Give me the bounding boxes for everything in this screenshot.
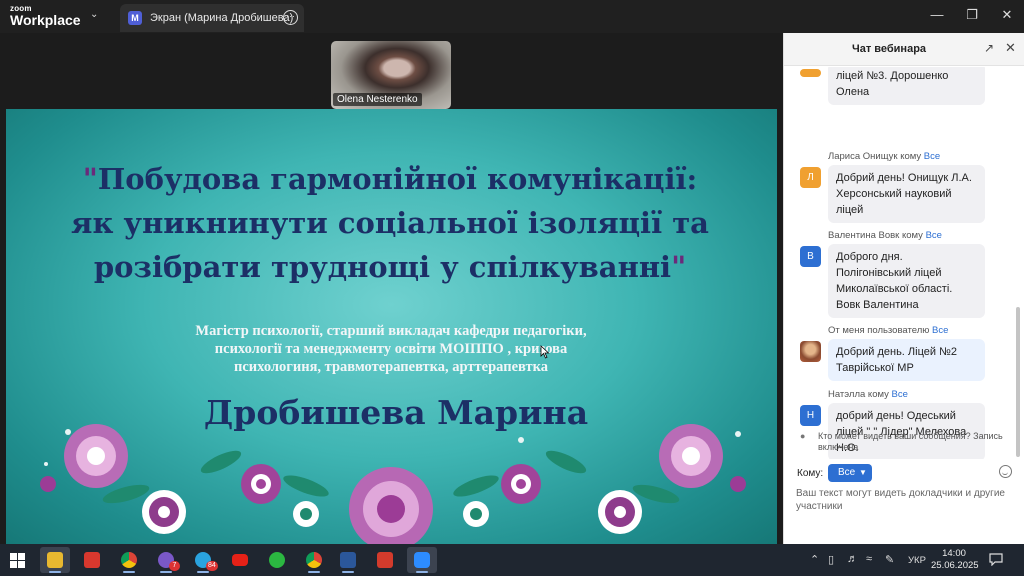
recipient-all-link[interactable]: Все <box>932 325 948 336</box>
clock[interactable]: 14:00 25.06.2025 <box>931 548 979 572</box>
flower-center <box>349 467 433 544</box>
logo-line-2: Workplace <box>10 12 81 28</box>
recipient-all-link[interactable]: Все <box>926 230 942 241</box>
flower-decoration <box>40 424 746 544</box>
chat-message-input[interactable]: Ваш текст могут видеть докладчики и друг… <box>796 487 1011 513</box>
app-red-icon[interactable] <box>77 547 107 573</box>
flower-left-small <box>142 490 186 534</box>
word-icon[interactable] <box>333 547 363 573</box>
message-text: ліцей №3. Дорошенко Олена <box>828 67 985 105</box>
recipient-dropdown[interactable]: Все ▼ <box>828 464 872 482</box>
battery-icon[interactable]: ▯ <box>828 553 834 566</box>
message-text: Добрий день. Ліцей №2 Таврійської МР <box>828 339 985 381</box>
message-text: Доброго дня. Полігонівський ліцей Микола… <box>828 244 985 318</box>
slide-title: "Побудова гармонійної комунікації: як ун… <box>26 157 754 289</box>
people-icon: ● <box>800 431 806 441</box>
recipient-value: Все <box>838 467 856 478</box>
slide-title-line: Побудова гармонійної комунікації: <box>97 162 698 196</box>
language-indicator[interactable]: УКР <box>908 555 926 566</box>
title-bar: zoom Workplace ⌄ M Экран (Марина Дробише… <box>0 0 1024 33</box>
close-icon[interactable]: ✕ <box>997 7 1017 23</box>
sender-avatar: Н <box>800 405 821 426</box>
subtitle-line: Магістр психології, старший викладач каф… <box>195 323 587 339</box>
my-avatar <box>800 341 821 362</box>
presentation-slide: "Побудова гармонійної комунікації: як ун… <box>6 109 777 544</box>
network-icon[interactable]: ≈ <box>866 553 872 565</box>
tray-chevron-up-icon[interactable]: ⌃ <box>810 553 819 566</box>
sharer-avatar: M <box>128 11 142 25</box>
shared-screen-stage: Olena Nesterenko "Побудова гармонійної к… <box>0 33 783 544</box>
clock-time: 14:00 <box>942 548 966 559</box>
more-icon[interactable]: ··· <box>283 10 298 25</box>
notifications-icon[interactable] <box>989 553 1003 566</box>
windows-start-icon[interactable] <box>10 553 25 568</box>
message-header: Натэлла кому Все <box>828 389 908 400</box>
quote-open: " <box>82 162 98 196</box>
chevron-down-icon[interactable]: ⌄ <box>90 9 98 20</box>
subtitle-line: психологиня, травмотерапевтка, арттерапе… <box>233 359 548 375</box>
youtube-icon[interactable] <box>225 547 255 573</box>
emoji-icon[interactable] <box>999 465 1012 478</box>
participant-name: Olena Nesterenko <box>333 93 422 106</box>
close-icon[interactable]: ✕ <box>1005 40 1016 56</box>
file-explorer-icon[interactable] <box>40 547 70 573</box>
telegram-icon[interactable]: 84 <box>188 547 218 573</box>
message-text: Добрий день! Онищук Л.А. Херсонський нау… <box>828 165 985 223</box>
recipient-label: Кому: <box>797 468 824 479</box>
restore-icon[interactable]: ❐ <box>962 7 982 23</box>
telegram-badge: 84 <box>206 561 218 571</box>
pdf-icon[interactable] <box>370 547 400 573</box>
quote-close: " <box>671 250 687 284</box>
zoom-icon[interactable] <box>407 547 437 573</box>
share-tab-title: Экран (Марина Дробишева) <box>150 12 294 24</box>
zoom-workplace-logo[interactable]: zoom Workplace <box>10 5 81 28</box>
privacy-note-text: Кто может видеть ваши сообщения? Запись … <box>818 431 1003 452</box>
chat-messages[interactable]: ліцей №3. Дорошенко Олена Лариса Онищук … <box>784 67 1024 459</box>
chrome-icon[interactable] <box>114 547 144 573</box>
sender-avatar: Л <box>800 167 821 188</box>
mouse-cursor-icon <box>540 345 550 359</box>
webinar-chat-panel: Чат вебинара ↗ ✕ ліцей №3. Дорошенко Оле… <box>783 33 1024 544</box>
message-header: Лариса Онищук кому Все <box>828 151 941 162</box>
whatsapp-icon[interactable] <box>262 547 292 573</box>
slide-title-line: як уникнинути соціальної ізоляції та <box>71 206 709 240</box>
volume-icon[interactable]: ♬ <box>847 553 858 565</box>
chrome-icon[interactable] <box>299 547 329 573</box>
slide-title-line: розібрати труднощі у спілкуванні <box>93 250 672 284</box>
flower-left-large <box>64 424 128 488</box>
sender-avatar: В <box>800 246 821 267</box>
pop-out-icon[interactable]: ↗ <box>984 41 994 55</box>
viber-icon[interactable]: 7 <box>151 547 181 573</box>
clock-date: 25.06.2025 <box>931 560 979 571</box>
recipient-all-link[interactable]: Все <box>892 389 908 400</box>
viber-badge: 7 <box>169 561 180 571</box>
chat-title: Чат вебинара <box>852 43 927 55</box>
sender-avatar <box>800 69 821 77</box>
message-header: От меня пользователю Все <box>828 325 949 336</box>
recipient-row: Кому: Все ▼ <box>796 463 1021 483</box>
participant-video-tile[interactable]: Olena Nesterenko <box>331 41 451 109</box>
message-header: Валентина Вовк кому Все <box>828 230 942 241</box>
recipient-all-link[interactable]: Все <box>924 151 940 162</box>
minimize-icon[interactable]: — <box>927 7 947 22</box>
windows-taskbar: 7 84 ⌃ ▯ ♬ ≈ ✎ УКР 14:00 25.06.2025 <box>0 544 1024 576</box>
chevron-down-icon: ▼ <box>859 468 867 477</box>
pen-icon[interactable]: ✎ <box>885 553 894 566</box>
screen-share-tab[interactable]: M Экран (Марина Дробишева) ··· <box>120 4 304 32</box>
chat-header: Чат вебинара ↗ ✕ <box>784 33 1024 66</box>
